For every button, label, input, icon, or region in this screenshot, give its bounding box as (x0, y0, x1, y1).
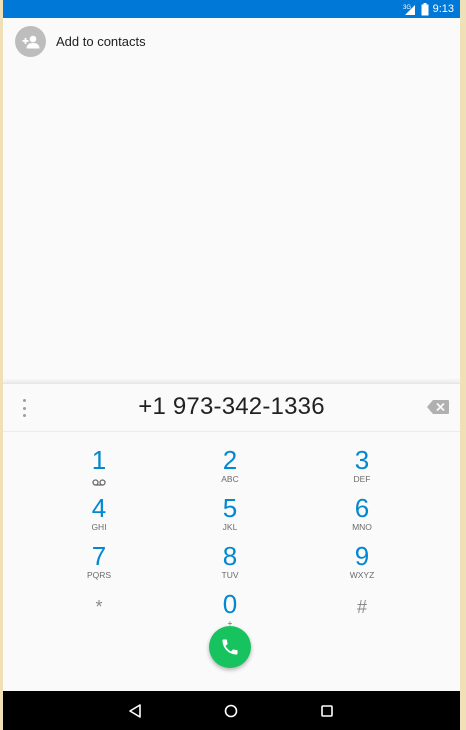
key-3[interactable]: 3 DEF (317, 447, 407, 493)
key-9-digit: 9 (354, 541, 370, 571)
key-star-symbol: * (95, 597, 103, 617)
key-4-letters: GHI (91, 522, 107, 532)
key-5[interactable]: 5 JKL (185, 495, 275, 541)
key-7-digit: 7 (91, 541, 107, 571)
key-8-letters: TUV (221, 570, 239, 580)
key-star[interactable]: * (54, 594, 144, 640)
key-5-letters: JKL (222, 522, 238, 532)
key-8[interactable]: 8 TUV (185, 543, 275, 589)
status-icons: 3G 9:13 (403, 1, 454, 17)
dialed-number[interactable]: +1 973-342-1336 (63, 393, 400, 421)
home-icon[interactable] (221, 701, 241, 721)
voicemail-icon (54, 474, 144, 486)
key-7[interactable]: 7 PQRS (54, 543, 144, 589)
key-9[interactable]: 9 WXYZ (317, 543, 407, 589)
back-icon[interactable] (125, 701, 145, 721)
key-9-letters: WXYZ (349, 570, 375, 580)
key-6[interactable]: 6 MNO (317, 495, 407, 541)
key-4[interactable]: 4 GHI (54, 495, 144, 541)
key-7-letters: PQRS (86, 570, 112, 580)
key-1-digit: 1 (91, 445, 107, 475)
network-type: 3G (403, 5, 411, 11)
navigation-bar (3, 691, 460, 730)
key-5-digit: 5 (222, 493, 238, 523)
key-2[interactable]: 2 ABC (185, 447, 275, 493)
status-bar: 3G 9:13 (3, 0, 460, 18)
key-2-letters: ABC (221, 474, 239, 484)
key-8-digit: 8 (222, 541, 238, 571)
key-3-digit: 3 (354, 445, 370, 475)
phone-icon (222, 639, 238, 655)
key-6-letters: MNO (352, 522, 372, 532)
key-2-digit: 2 (222, 445, 238, 475)
call-button[interactable] (209, 626, 251, 668)
add-to-contacts-row[interactable]: Add to contacts (3, 24, 460, 60)
key-6-digit: 6 (354, 493, 370, 523)
recents-icon[interactable] (317, 701, 337, 721)
key-hash[interactable]: # (317, 594, 407, 640)
key-4-digit: 4 (91, 493, 107, 523)
signal-icon: 3G (403, 5, 415, 15)
key-3-letters: DEF (353, 474, 371, 484)
dialpad: +1 973-342-1336 1 2 ABC 3 DEF 4 GHI 5 JK… (3, 383, 460, 692)
key-0-digit: 0 (222, 589, 238, 619)
dialer-screen: 3G 9:13 Add to contacts +1 973-342-1336 … (3, 0, 460, 730)
overflow-menu-icon[interactable] (17, 399, 31, 417)
number-entry-row: +1 973-342-1336 (3, 384, 460, 432)
backspace-icon[interactable] (427, 400, 449, 414)
add-to-contacts-label: Add to contacts (56, 34, 146, 49)
key-hash-symbol: # (356, 597, 367, 617)
key-1[interactable]: 1 (54, 447, 144, 493)
battery-icon (421, 2, 429, 15)
status-time: 9:13 (432, 3, 454, 15)
person-add-icon (15, 26, 46, 57)
